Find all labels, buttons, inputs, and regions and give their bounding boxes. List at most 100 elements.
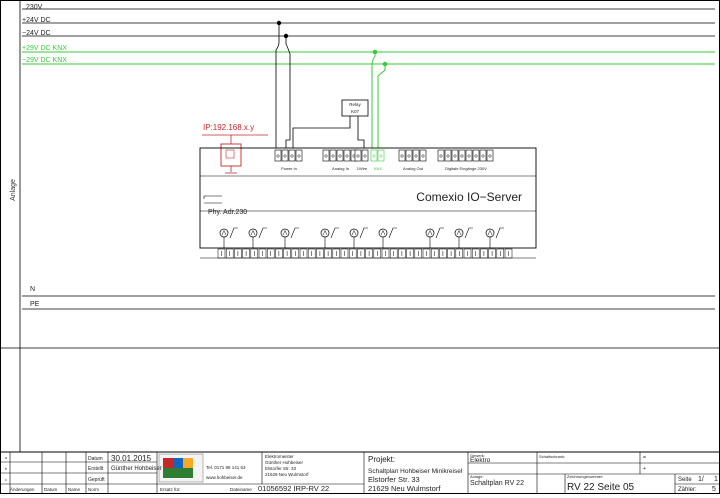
- terminal-input: [288, 149, 296, 162]
- tb-gepruft-label: Geprüft: [88, 477, 105, 483]
- tb-zahler: 5: [712, 486, 716, 493]
- relay-k07: Relay K07: [341, 99, 369, 148]
- tb-company-3: 21629 Neu Wulmstorf: [265, 472, 309, 477]
- tb-projekt-2: 21629 Neu Wulmstorf: [368, 484, 441, 493]
- server-title: Comexio IO−Server: [416, 190, 522, 204]
- tb-erstellt: Günther Hohbeiser: [111, 466, 162, 472]
- tb-projekt-label: Projekt:: [368, 455, 395, 464]
- tb-projekt-0: Schaltplan Hohbeiser Minikreisel: [368, 468, 463, 475]
- tb-zeichnungsnummer-label: Zeichnungsnummer:: [567, 474, 603, 479]
- power-rails: 230V +24V DC −24V DC +29V DC KNX −29V DC…: [22, 4, 715, 310]
- terminal-group-label: 1Wire: [357, 166, 368, 171]
- terminal-input: [458, 149, 466, 162]
- relay-label-top: Relay: [349, 102, 361, 107]
- tb-col-datum: Datum: [44, 487, 58, 492]
- top-terminal-strip: [274, 149, 494, 162]
- relay-contact: [495, 227, 504, 239]
- svg-text:+: +: [643, 466, 646, 472]
- tb-schaltschrank-label: Schaltschrank:: [539, 454, 565, 459]
- terminal-input: [437, 149, 445, 162]
- tb-datum-label: Datum: [88, 456, 103, 462]
- terminal-input: [343, 149, 351, 162]
- terminal-input: [444, 149, 452, 162]
- ip-label: IP:192.168.x.y: [203, 123, 254, 132]
- terminal-input: [329, 149, 337, 162]
- terminal-input: [336, 149, 344, 162]
- terminal-input: [281, 149, 289, 162]
- io-server-module: Comexio IO−Server Phy. Adr.230 Power In A…: [199, 147, 537, 259]
- tb-anlage: Schaltplan RV 22: [470, 480, 524, 487]
- terminal-group-label: Digitale Eingänge 230V: [445, 166, 487, 171]
- tb-col-name: Name: [68, 487, 81, 492]
- terminal-input: [472, 149, 480, 162]
- tb-zahler-label: Zähler:: [678, 487, 697, 493]
- relay-contact: [330, 227, 339, 239]
- svg-text:b: b: [5, 467, 7, 471]
- rail-label-minus-24v: −24V DC: [22, 30, 51, 37]
- side-label: Anlage: [10, 179, 17, 201]
- tb-seite-label: Seite: [678, 477, 692, 483]
- svg-text:c: c: [5, 478, 7, 482]
- rail-label-pe: PE: [30, 301, 40, 308]
- schematic-drawing: Anlage 230V +24V DC −24V DC +29V DC KNX …: [0, 0, 720, 494]
- terminal-input: [274, 149, 282, 162]
- tb-aenderungen: Änderungen: [10, 486, 35, 492]
- terminal-input: [405, 149, 413, 162]
- terminal-input: [419, 149, 427, 162]
- tb-company-0: Elektromeister: [265, 454, 294, 459]
- tb-gewerk: Elektro: [470, 457, 491, 464]
- output-channel-strip: [200, 227, 536, 259]
- rail-label-plus-24v: +24V DC: [22, 17, 51, 24]
- rail-label-230v: 230V: [26, 4, 43, 11]
- terminal-input: [451, 149, 459, 162]
- tb-datum: 30.01.2015: [111, 454, 152, 463]
- tb-dateiname-label: Dateiname: [230, 487, 252, 492]
- sheet-border: [0, 0, 720, 494]
- tb-company-1: Günther Hohbeiser: [265, 460, 304, 465]
- terminal-input: [295, 149, 303, 162]
- relay-contact: [290, 227, 299, 239]
- tb-dateiname: 01056592 IRP-RV 22: [258, 484, 329, 493]
- tb-seite: 1/: [698, 476, 704, 483]
- rail-label-n: N: [30, 286, 35, 293]
- svg-text:a: a: [5, 456, 7, 460]
- relay-contact: [359, 227, 368, 239]
- tb-web: www.hohbeiser.de: [206, 475, 243, 480]
- terminal-input: [486, 149, 494, 162]
- relay-contact: [258, 227, 267, 239]
- power-feed-wires: [275, 20, 351, 148]
- phy-address: Phy. Adr.230: [208, 209, 247, 216]
- svg-text:=: =: [643, 455, 646, 461]
- tb-zeichnungsnummer: RV 22 Seite 05: [567, 482, 635, 493]
- terminal-group-label: Analog In: [332, 166, 349, 171]
- terminal-input: [398, 149, 406, 162]
- tb-phone: Tel. 0171 98 141 63: [206, 465, 246, 470]
- tb-ersatz: Ersatz für:: [160, 487, 181, 492]
- terminal-group-labels: Power In Analog In 1Wire KNX Analog Out Digit…: [281, 166, 487, 171]
- svg-text:1: 1: [714, 476, 718, 483]
- terminal-input: [465, 149, 473, 162]
- tb-erstellt-label: Erstellt: [88, 466, 104, 472]
- rail-label-minus-29v: −29V DC KNX: [22, 57, 67, 64]
- terminal-input: [479, 149, 487, 162]
- relay-contact: [464, 227, 473, 239]
- terminal-group-label: Analog Out: [403, 166, 424, 171]
- tb-projekt-1: Elstorfer Str. 33: [368, 475, 420, 484]
- relay-label-bottom: K07: [351, 109, 360, 114]
- relay-contact: [229, 227, 238, 239]
- terminal-input: [361, 149, 369, 162]
- terminal-input: [377, 149, 385, 162]
- terminal-group-label: Power In: [281, 166, 297, 171]
- relay-contact: [435, 227, 444, 239]
- tb-anlage-label: Anlage:: [470, 474, 484, 479]
- knx-wires: [371, 49, 388, 148]
- terminal-group-label: KNX: [374, 166, 383, 171]
- terminal-input: [322, 149, 330, 162]
- relay-contact: [388, 227, 397, 239]
- tb-company-2: Elstorfer Str. 33: [265, 466, 297, 471]
- terminal-input: [354, 149, 362, 162]
- tb-col-norm: Norm: [88, 487, 99, 492]
- terminal-input: [370, 149, 378, 162]
- rail-label-plus-29v: +29V DC KNX: [22, 45, 67, 52]
- schematic-sheet: Anlage 230V +24V DC −24V DC +29V DC KNX …: [0, 0, 720, 494]
